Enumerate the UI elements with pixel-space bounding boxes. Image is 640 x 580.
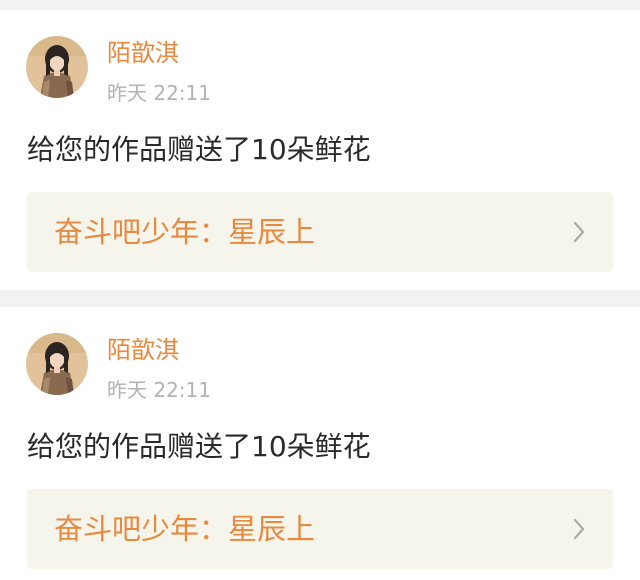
notification-feed: 陌歆淇 昨天 22:11 给您的作品赠送了10朵鲜花 奋斗吧少年：星辰上 陌歆淇… xyxy=(0,0,640,580)
user-name[interactable]: 陌歆淇 xyxy=(107,38,179,68)
chevron-right-icon xyxy=(572,220,586,244)
work-link-card[interactable]: 奋斗吧少年：星辰上 xyxy=(27,489,613,569)
avatar[interactable] xyxy=(26,333,88,395)
avatar-photo-icon xyxy=(26,333,88,395)
timestamp: 昨天 22:11 xyxy=(107,81,211,105)
work-title: 奋斗吧少年：星辰上 xyxy=(54,215,316,249)
work-link-card[interactable]: 奋斗吧少年：星辰上 xyxy=(27,192,613,272)
avatar-photo-icon xyxy=(26,36,88,98)
work-title: 奋斗吧少年：星辰上 xyxy=(54,512,316,546)
notification-message: 给您的作品赠送了10朵鲜花 xyxy=(27,133,371,166)
chevron-right-icon xyxy=(572,517,586,541)
notification-card: 陌歆淇 昨天 22:11 给您的作品赠送了10朵鲜花 奋斗吧少年：星辰上 xyxy=(0,10,640,290)
notification-card: 陌歆淇 昨天 22:11 给您的作品赠送了10朵鲜花 奋斗吧少年：星辰上 xyxy=(0,307,640,580)
notification-message: 给您的作品赠送了10朵鲜花 xyxy=(27,430,371,463)
avatar[interactable] xyxy=(26,36,88,98)
timestamp: 昨天 22:11 xyxy=(107,378,211,402)
user-name[interactable]: 陌歆淇 xyxy=(107,335,179,365)
